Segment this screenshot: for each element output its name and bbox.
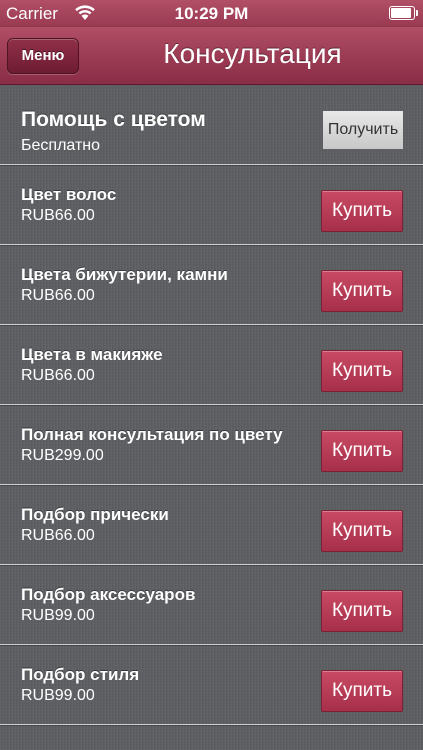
- buy-button[interactable]: Купить: [321, 590, 403, 632]
- item-name: Подбор аксессуаров: [21, 585, 196, 604]
- list-item: Помощь с цветом Бесплатно Получить: [0, 85, 423, 165]
- item-price: RUB66.00: [21, 527, 95, 544]
- list-item: Цвета в макияже RUB66.00 Купить: [0, 325, 423, 405]
- item-price: RUB99.00: [21, 687, 95, 704]
- list-item: Подбор аксессуаров RUB99.00 Купить: [0, 565, 423, 645]
- item-name: Полная консультация по цвету: [21, 425, 283, 444]
- item-name: Цвет волос: [21, 185, 117, 204]
- buy-button[interactable]: Купить: [321, 670, 403, 712]
- buy-button[interactable]: Купить: [321, 430, 403, 472]
- buy-button[interactable]: Купить: [321, 350, 403, 392]
- menu-button[interactable]: Меню: [7, 38, 79, 74]
- status-time: 10:29 PM: [174, 4, 249, 23]
- item-name: Цвета в макияже: [21, 345, 163, 364]
- battery-icon: [389, 6, 418, 20]
- nav-bar: Меню Консультация: [0, 27, 423, 85]
- item-price: RUB299.00: [21, 447, 104, 464]
- item-name: Подбор стиля: [21, 665, 140, 684]
- item-price: RUB66.00: [21, 367, 95, 384]
- buy-button[interactable]: Купить: [321, 270, 403, 312]
- get-button[interactable]: Получить: [323, 111, 403, 149]
- page-title: Консультация: [163, 38, 342, 69]
- item-price: Бесплатно: [21, 137, 101, 154]
- list-item: Цвета бижутерии, камни RUB66.00 Купить: [0, 245, 423, 325]
- list-item: Полная консультация по цвету RUB299.00 К…: [0, 405, 423, 485]
- item-price: RUB66.00: [21, 207, 95, 224]
- status-bar: Carrier 10:29 PM: [0, 0, 423, 27]
- list-item: Подбор стиля RUB99.00 Купить: [0, 645, 423, 725]
- item-price: RUB66.00: [21, 287, 95, 304]
- list-item: Цвет волос RUB66.00 Купить: [0, 165, 423, 245]
- buy-button[interactable]: Купить: [321, 510, 403, 552]
- item-name: Помощь с цветом: [21, 108, 206, 131]
- item-name: Подбор прически: [21, 505, 169, 524]
- buy-button[interactable]: Купить: [321, 190, 403, 232]
- list-item: Подбор прически RUB66.00 Купить: [0, 485, 423, 565]
- product-list[interactable]: Помощь с цветом Бесплатно Получить Цвет …: [0, 85, 423, 750]
- item-price: RUB99.00: [21, 607, 95, 624]
- item-name: Цвета бижутерии, камни: [21, 265, 228, 284]
